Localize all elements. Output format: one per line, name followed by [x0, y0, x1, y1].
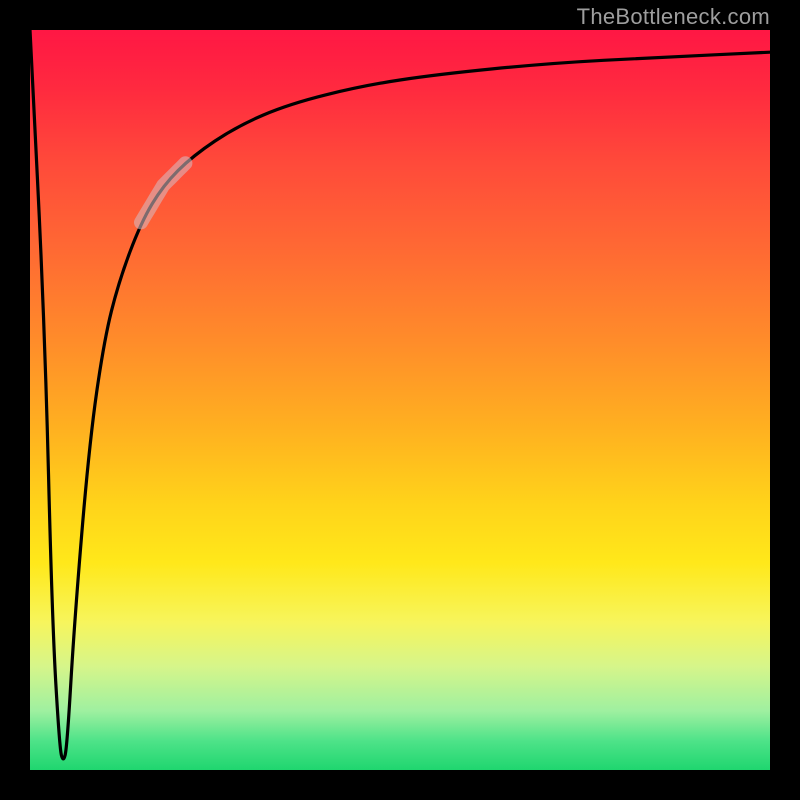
highlight-band — [141, 163, 185, 222]
bottleneck-curve — [30, 30, 770, 759]
watermark-text: TheBottleneck.com — [577, 4, 770, 30]
curve-layer — [30, 30, 770, 770]
chart-frame: TheBottleneck.com — [0, 0, 800, 800]
plot-area — [30, 30, 770, 770]
